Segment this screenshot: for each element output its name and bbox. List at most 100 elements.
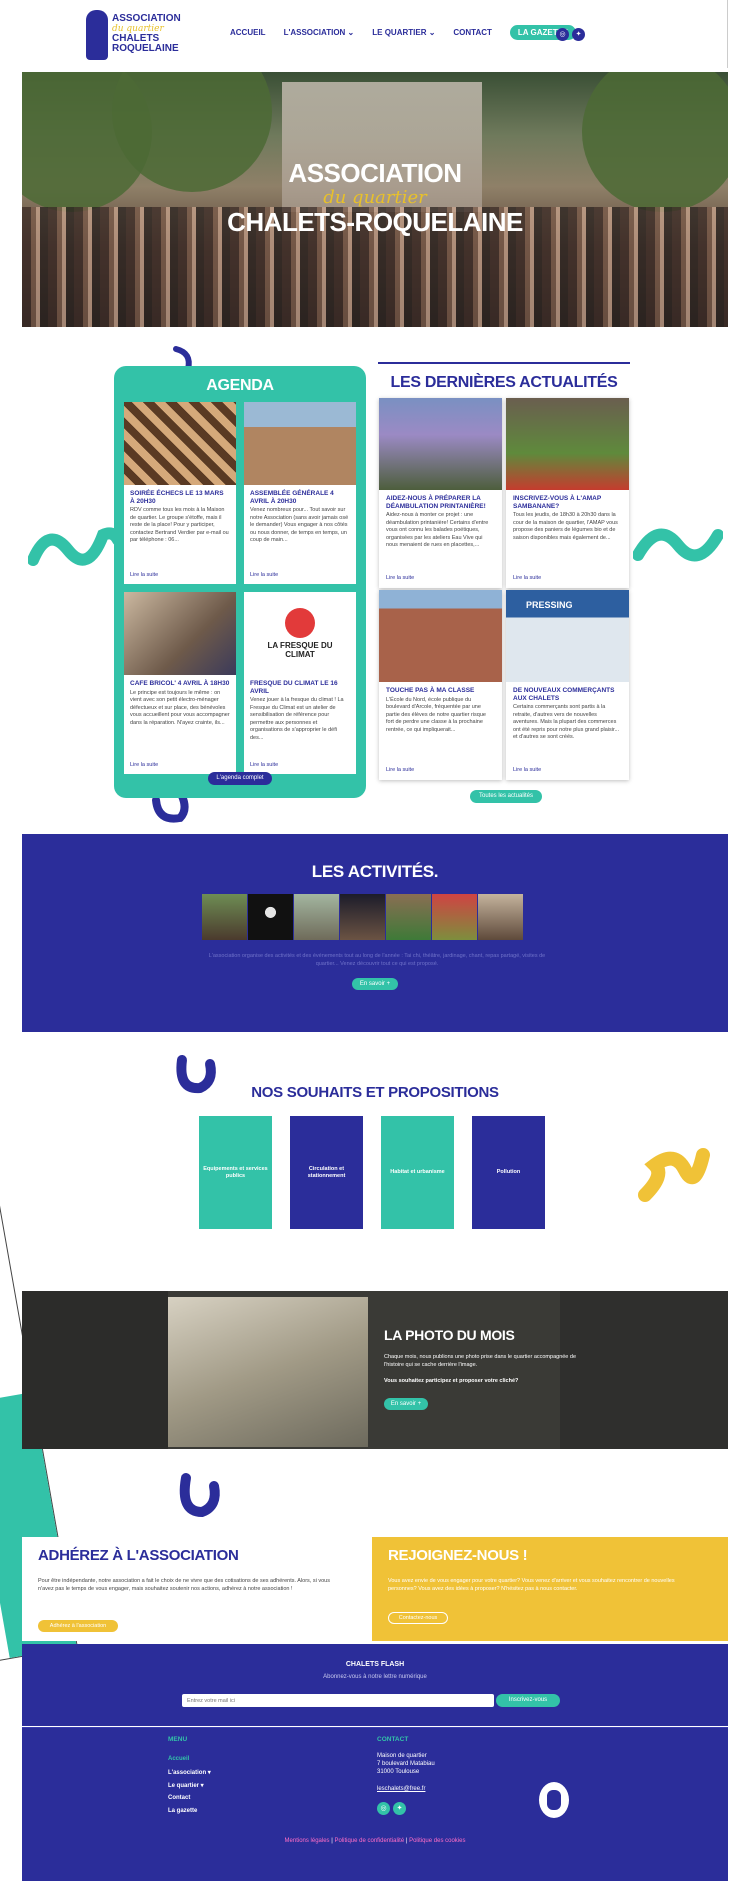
agenda-complete-button[interactable]: L'agenda complet: [208, 772, 272, 785]
market-photo: [506, 398, 629, 490]
activity-photo[interactable]: [386, 894, 431, 940]
squiggle-left-icon: [28, 527, 123, 566]
nav-quartier[interactable]: LE QUARTIER ⌄: [372, 28, 435, 40]
news-card[interactable]: INSCRIVEZ-VOUS À L'AMAP SAMBANANE? Tous …: [506, 398, 629, 588]
card-text: Tous les jeudis, de 18h30 à 20h30 dans l…: [513, 512, 618, 541]
photo-text: Chaque mois, nous publions une photo pri…: [384, 1354, 577, 1368]
all-news-button[interactable]: Toutes les actualités: [470, 790, 542, 803]
souhaits-title: NOS SOUHAITS ET PROPOSITIONS: [251, 1084, 499, 1101]
read-more-link[interactable]: Lire la suite: [250, 572, 278, 578]
chess-photo: [124, 402, 236, 485]
subscribe-button[interactable]: Inscrivez-vous: [496, 1694, 560, 1707]
main-nav: ACCUEIL L'ASSOCIATION ⌄ LE QUARTIER ⌄ CO…: [230, 25, 576, 40]
legal-mentions-link[interactable]: Mentions légales: [285, 1838, 330, 1844]
photo-more-button[interactable]: En savoir +: [384, 1398, 428, 1410]
wisteria-photo: [379, 398, 502, 490]
footer-link-quartier[interactable]: Le quartier ▾: [168, 1782, 204, 1789]
site-footer: MENU Accueil L'association ▾ Le quartier…: [22, 1727, 728, 1881]
card-title: SOIRÉE ÉCHECS LE 13 MARS À 20H30: [130, 490, 224, 505]
contact-button[interactable]: Contactez-nous: [388, 1612, 448, 1624]
agenda-card[interactable]: SOIRÉE ÉCHECS LE 13 MARS À 20H30 RDV com…: [124, 402, 236, 584]
pressing-photo: PRESSING: [506, 590, 629, 682]
souhait-tile[interactable]: Pollution: [472, 1116, 545, 1229]
news-card[interactable]: PRESSING DE NOUVEAUX COMMERÇANTS AUX CHA…: [506, 590, 629, 780]
card-title: AIDEZ-NOUS À PRÉPARER LA DÉAMBULATION PR…: [386, 495, 486, 510]
address-line: Maison de quartier: [377, 1753, 427, 1759]
twitter-icon[interactable]: ✦: [572, 28, 585, 41]
site-header: ASSOCIATION du quartier CHALETS ROQUELAI…: [0, 0, 728, 68]
privacy-policy-link[interactable]: Politique de confidentialité: [334, 1838, 404, 1844]
squiggle-yellow-icon: [638, 1148, 710, 1202]
card-text: Certains commerçants sont partis à la re…: [513, 704, 620, 740]
legal-links: Mentions légales | Politique de confiden…: [284, 1838, 466, 1844]
agenda-card[interactable]: LA FRESQUE DU CLIMAT FRESQUE DU CLIMAT L…: [244, 592, 356, 774]
activity-photo[interactable]: [340, 894, 385, 940]
card-text: Venez nombreux pour... Tout savoir sur n…: [250, 507, 349, 543]
rejoignez-text: Vous avez envie de vous engager pour vot…: [388, 1578, 675, 1592]
read-more-link[interactable]: Lire la suite: [513, 767, 541, 773]
adherez-title: ADHÉREZ À L'ASSOCIATION: [38, 1547, 239, 1564]
hero-banner: ASSOCIATION du quartier CHALETS-ROQUELAI…: [22, 72, 728, 327]
card-title: ASSEMBLÉE GÉNÉRALE 4 AVRIL À 20H30: [250, 490, 334, 505]
hero-line3: CHALETS-ROQUELAINE: [227, 207, 523, 237]
footer-link-association[interactable]: L'association ▾: [168, 1769, 211, 1776]
card-text: Venez jouer à la fresque du climat ! La …: [250, 697, 344, 741]
news-card[interactable]: AIDEZ-NOUS À PRÉPARER LA DÉAMBULATION PR…: [379, 398, 502, 588]
activity-photo[interactable]: [294, 894, 339, 940]
activity-photo[interactable]: [248, 894, 293, 940]
read-more-link[interactable]: Lire la suite: [386, 767, 414, 773]
photo-du-mois-section: LA PHOTO DU MOIS Chaque mois, nous publi…: [22, 1291, 728, 1449]
newsletter-title: CHALETS FLASH: [345, 1661, 405, 1668]
footer-link-gazette[interactable]: La gazette: [168, 1808, 197, 1814]
footer-link-contact[interactable]: Contact: [168, 1795, 190, 1801]
cat-mascot-icon: [539, 1782, 569, 1818]
card-title: DE NOUVEAUX COMMERÇANTS AUX CHALETS: [513, 687, 615, 702]
read-more-link[interactable]: Lire la suite: [250, 762, 278, 768]
school-photo: [379, 590, 502, 682]
cat-logo-icon: [86, 10, 108, 60]
instagram-icon[interactable]: ◎: [377, 1802, 390, 1815]
activity-photo[interactable]: [202, 894, 247, 940]
agenda-card[interactable]: ASSEMBLÉE GÉNÉRALE 4 AVRIL À 20H30 Venez…: [244, 402, 356, 584]
card-title: FRESQUE DU CLIMAT LE 16 AVRIL: [250, 680, 338, 695]
agenda-card[interactable]: CAFE BRICOL' 4 AVRIL À 18H30 Le principe…: [124, 592, 236, 774]
newsletter-email-input[interactable]: [182, 1694, 494, 1707]
nav-association[interactable]: L'ASSOCIATION ⌄: [284, 28, 355, 40]
logo-line4: ROQUELAINE: [112, 43, 179, 54]
read-more-link[interactable]: Lire la suite: [386, 575, 414, 581]
photo-question: Vous souhaitez participez et proposer vo…: [384, 1378, 519, 1384]
card-title: CAFE BRICOL' 4 AVRIL À 18H30: [130, 680, 230, 687]
fresque-logo: LA FRESQUE DU CLIMAT: [244, 592, 356, 675]
activities-thumbnails: [202, 894, 523, 940]
adherez-text: Pour être indépendante, notre associatio…: [38, 1578, 330, 1592]
news-title: LES DERNIÈRES ACTUALITÉS: [390, 374, 618, 391]
activities-more-button[interactable]: En savoir +: [352, 978, 398, 990]
activity-photo[interactable]: [478, 894, 523, 940]
hero-line1: ASSOCIATION: [288, 158, 462, 188]
read-more-link[interactable]: Lire la suite: [130, 762, 158, 768]
photo-title: LA PHOTO DU MOIS: [384, 1327, 515, 1343]
twitter-icon[interactable]: ✦: [393, 1802, 406, 1815]
activity-photo[interactable]: [432, 894, 477, 940]
squiggle-right-icon: [633, 528, 723, 562]
card-text: Aidez-nous à monter ce projet : une déam…: [386, 512, 489, 548]
souhait-tile[interactable]: Circulation et stationnement: [290, 1116, 363, 1229]
agenda-title: AGENDA: [206, 377, 274, 394]
instagram-icon[interactable]: ◎: [556, 28, 569, 41]
card-text: Le principe est toujours le même : on vi…: [130, 689, 230, 726]
read-more-link[interactable]: Lire la suite: [130, 572, 158, 578]
adherez-button[interactable]: Adhérez à l'association: [38, 1620, 118, 1632]
site-logo[interactable]: ASSOCIATION du quartier CHALETS ROQUELAI…: [86, 8, 181, 63]
activities-section: LES ACTIVITÉS. L'association organise de…: [22, 834, 728, 1032]
souhait-tile[interactable]: Equipements et services publics: [199, 1116, 272, 1229]
agenda-panel: AGENDA SOIRÉE ÉCHECS LE 13 MARS À 20H30 …: [114, 366, 366, 798]
souhait-tile[interactable]: Habitat et urbanisme: [381, 1116, 454, 1229]
activities-title: LES ACTIVITÉS.: [311, 862, 439, 881]
nav-contact[interactable]: CONTACT: [453, 28, 492, 40]
footer-link-accueil[interactable]: Accueil: [168, 1756, 189, 1762]
read-more-link[interactable]: Lire la suite: [513, 575, 541, 581]
nav-accueil[interactable]: ACCUEIL: [230, 28, 266, 40]
news-card[interactable]: TOUCHE PAS À MA CLASSE L'École du Nord, …: [379, 590, 502, 780]
cookie-policy-link[interactable]: Politique des cookies: [409, 1838, 465, 1844]
footer-email-link[interactable]: leschalets@free.fr: [377, 1785, 425, 1793]
